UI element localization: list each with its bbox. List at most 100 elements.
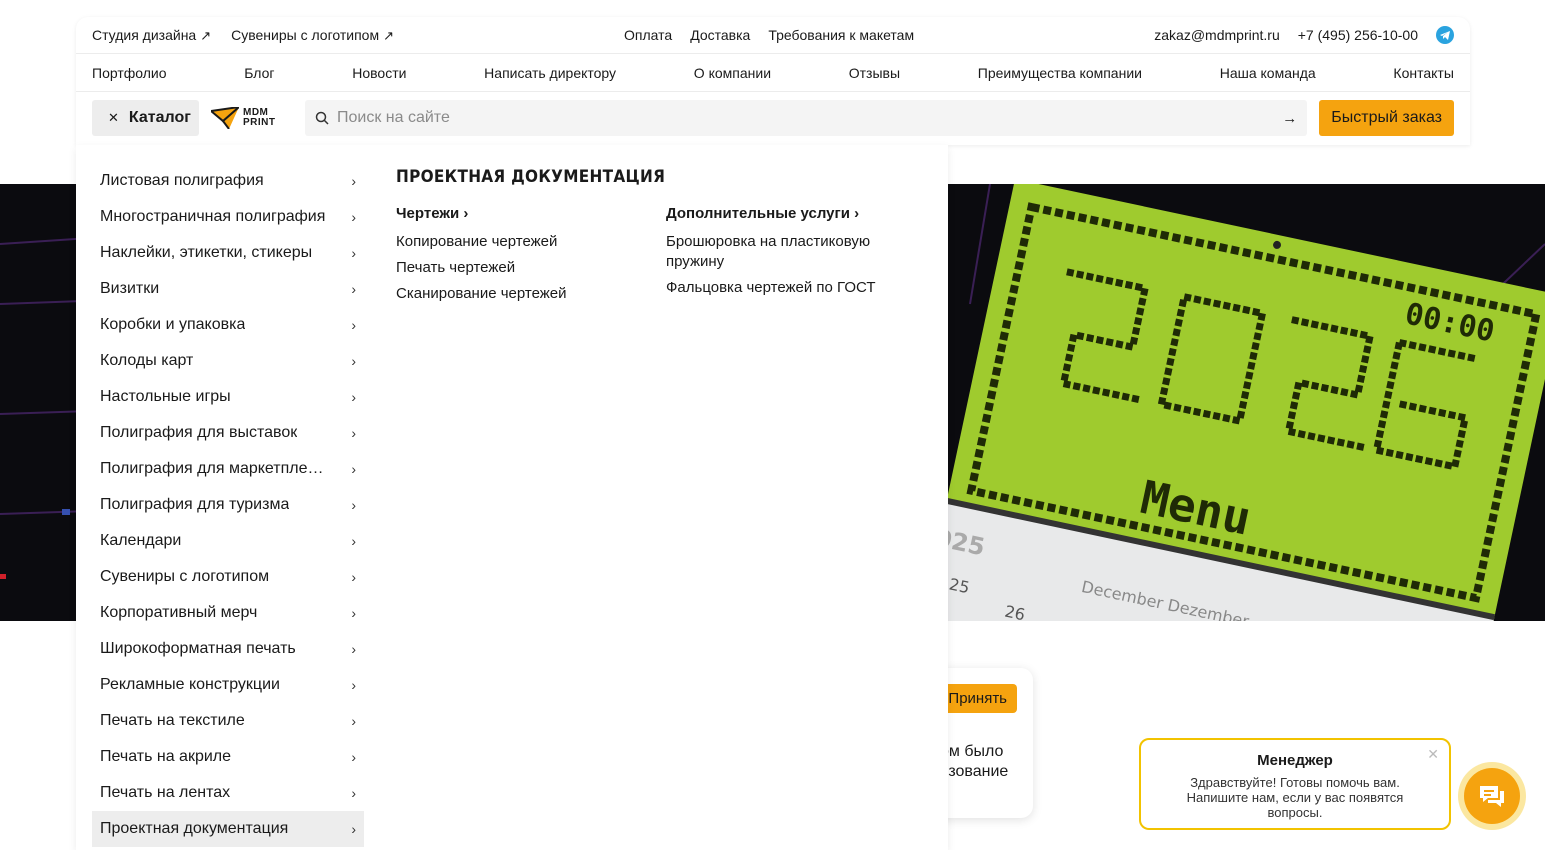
quick-order-button[interactable]: Быстрый заказ — [1319, 100, 1454, 136]
cookie-text: ом было ьзование — [940, 742, 1008, 782]
cookie-text-line1: ом было — [940, 743, 1004, 760]
chevron-right-icon: › — [351, 461, 356, 477]
external-arrow-icon: ↗ — [383, 27, 395, 43]
subcategory-link[interactable]: Фальцовка чертежей по ГОСТ — [666, 278, 936, 298]
category-item[interactable]: Настольные игры › — [92, 379, 364, 415]
subcategory-column: Дополнительные услуги › Брошюровка на пл… — [666, 205, 936, 310]
scrollbar[interactable] — [1545, 0, 1560, 850]
chevron-right-icon: › — [351, 353, 356, 369]
chevron-right-icon: › — [351, 533, 356, 549]
category-item[interactable]: Листовая полиграфия › — [92, 163, 364, 199]
search-icon — [315, 111, 329, 125]
category-item[interactable]: Коробки и упаковка › — [92, 307, 364, 343]
paper-plane-icon — [211, 107, 239, 129]
chevron-right-icon: › — [463, 205, 469, 222]
category-item[interactable]: Печать на лентах › — [92, 775, 364, 811]
subcategory-heading[interactable]: Дополнительные услуги › — [666, 205, 936, 222]
page: 00:00 Menu 2025 December Dezember 25 26 … — [0, 0, 1560, 850]
category-item[interactable]: Широкоформатная печать › — [92, 631, 364, 667]
chevron-right-icon: › — [351, 281, 356, 297]
category-item[interactable]: Рекламные конструкции › — [92, 667, 364, 703]
nav-advantages[interactable]: Преимущества компании — [978, 65, 1142, 81]
close-icon[interactable]: ✕ — [1427, 746, 1439, 763]
logo[interactable]: MDM PRINT — [211, 100, 293, 136]
souvenirs-link[interactable]: Сувениры с логотипом ↗ — [231, 27, 394, 44]
chevron-right-icon: › — [351, 173, 356, 189]
external-arrow-icon: ↗ — [200, 27, 212, 43]
chevron-right-icon: › — [351, 425, 356, 441]
category-item[interactable]: Календари › — [92, 523, 364, 559]
subcategory-heading[interactable]: Чертежи › — [396, 205, 666, 222]
chevron-right-icon: › — [351, 389, 356, 405]
chat-title: Менеджер — [1257, 752, 1333, 769]
category-item-active[interactable]: Проектная документация › — [92, 811, 364, 847]
chat-button[interactable] — [1458, 762, 1526, 830]
catalog-dropdown: Листовая полиграфия › Многостраничная пол… — [76, 145, 948, 850]
requirements-link[interactable]: Требования к макетам — [768, 27, 914, 43]
chat-message: Здравствуйте! Готовы помочь вам. Напишит… — [1186, 775, 1404, 820]
nav-blog[interactable]: Блог — [244, 65, 274, 81]
subcategory-link[interactable]: Сканирование чертежей — [396, 284, 666, 304]
logo-line2: PRINT — [243, 117, 276, 128]
category-item[interactable]: Полиграфия для туризма › — [92, 487, 364, 523]
email-link[interactable]: zakaz@mdmprint.ru — [1154, 27, 1279, 43]
nav-write-director[interactable]: Написать директору — [484, 65, 616, 81]
category-item[interactable]: Полиграфия для выставок › — [92, 415, 364, 451]
chevron-right-icon: › — [351, 605, 356, 621]
top-bar: Студия дизайна ↗ Сувениры с логотипом ↗ Оп… — [76, 17, 1470, 54]
nav-team[interactable]: Наша команда — [1220, 65, 1316, 81]
catalog-button[interactable]: ✕ Каталог — [92, 100, 199, 136]
chat-bubble-icon — [1464, 768, 1520, 824]
telegram-icon[interactable] — [1436, 26, 1454, 44]
nav-news[interactable]: Новости — [352, 65, 406, 81]
subcategory-link[interactable]: Брошюровка на пластиковую пружину — [666, 232, 936, 272]
category-item[interactable]: Наклейки, этикетки, стикеры › — [92, 235, 364, 271]
category-item[interactable]: Колоды карт › — [92, 343, 364, 379]
category-item[interactable]: Печать на текстиле › — [92, 703, 364, 739]
chevron-right-icon: › — [351, 821, 356, 837]
chevron-right-icon: › — [351, 317, 356, 333]
category-item[interactable]: Печать на акриле › — [92, 739, 364, 775]
chevron-right-icon: › — [351, 209, 356, 225]
search-bar-row: ✕ Каталог MDM PRINT Поиск на сайте → Быс… — [76, 92, 1470, 144]
design-studio-link[interactable]: Студия дизайна ↗ — [92, 27, 211, 44]
subcategory-column: Чертежи › Копирование чертежей Печать че… — [396, 205, 666, 310]
cookie-text-line2: ьзование — [940, 763, 1009, 780]
nav-portfolio[interactable]: Портфолио — [92, 65, 167, 81]
chevron-right-icon: › — [351, 677, 356, 693]
phone-link[interactable]: +7 (495) 256-10-00 — [1298, 27, 1418, 43]
search-box[interactable]: → — [305, 100, 1308, 136]
site-header: Студия дизайна ↗ Сувениры с логотипом ↗ Оп… — [76, 17, 1470, 145]
cookie-accept-button[interactable]: Принять — [938, 684, 1017, 713]
subcategory-link[interactable]: Копирование чертежей — [396, 232, 666, 252]
chevron-right-icon: › — [351, 785, 356, 801]
arrow-right-icon[interactable]: → — [1282, 110, 1297, 127]
chevron-right-icon: › — [351, 245, 356, 261]
main-nav: Портфолио Блог Новости Написать директор… — [76, 54, 1470, 92]
subcategory-panel: ПРОЕКТНАЯ ДОКУМЕНТАЦИЯ Чертежи › Копиров… — [396, 167, 936, 310]
nav-reviews[interactable]: Отзывы — [849, 65, 900, 81]
payment-link[interactable]: Оплата — [624, 27, 672, 43]
chevron-right-icon: › — [351, 569, 356, 585]
chevron-right-icon: › — [854, 205, 860, 222]
category-item[interactable]: Многостраничная полиграфия › — [92, 199, 364, 235]
chevron-right-icon: › — [351, 641, 356, 657]
catalog-label: Каталог — [128, 109, 191, 126]
category-item[interactable]: Корпоративный мерч › — [92, 595, 364, 631]
search-input[interactable] — [337, 109, 1275, 127]
category-item[interactable]: Сувениры с логотипом › — [92, 559, 364, 595]
chevron-right-icon: › — [351, 497, 356, 513]
nav-about[interactable]: О компании — [694, 65, 771, 81]
category-item[interactable]: Визитки › — [92, 271, 364, 307]
nav-contacts[interactable]: Контакты — [1393, 65, 1453, 81]
section-title: ПРОЕКТНАЯ ДОКУМЕНТАЦИЯ — [396, 167, 666, 187]
calendar-day-2: 26 — [1003, 602, 1027, 621]
chevron-right-icon: › — [351, 713, 356, 729]
delivery-link[interactable]: Доставка — [690, 27, 750, 43]
category-item[interactable]: Полиграфия для маркетплейсов › — [92, 451, 364, 487]
close-icon: ✕ — [108, 110, 119, 125]
chat-popup[interactable]: ✕ Менеджер Здравствуйте! Готовы помочь в… — [1139, 738, 1451, 830]
subcategory-link[interactable]: Печать чертежей — [396, 258, 666, 278]
category-list: Листовая полиграфия › Многостраничная пол… — [92, 163, 364, 847]
chevron-right-icon: › — [351, 749, 356, 765]
